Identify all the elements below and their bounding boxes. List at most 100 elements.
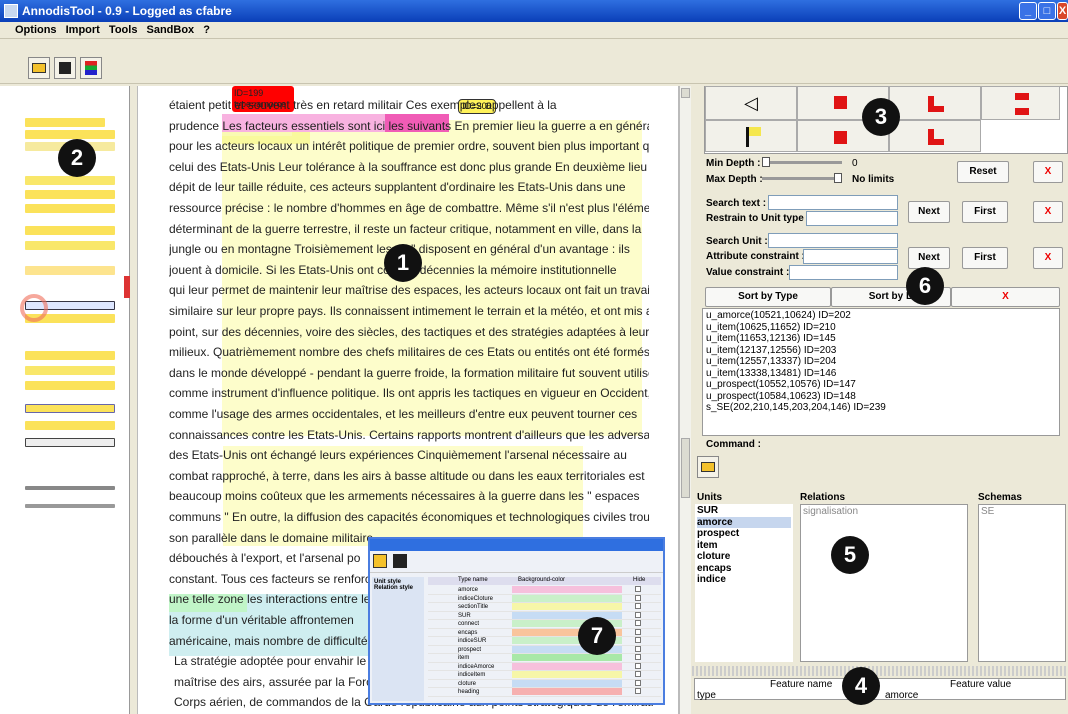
unit-list-item[interactable]: u_item(10625,11652) ID=210 <box>706 322 1056 334</box>
style-row-hide-checkbox[interactable] <box>635 594 641 601</box>
value-constraint-input[interactable] <box>789 265 898 280</box>
search-text-input[interactable] <box>768 195 898 210</box>
unit-list-item[interactable]: u_amorce(10521,10624) ID=202 <box>706 310 1056 322</box>
open-panel-button[interactable] <box>697 456 719 478</box>
unit-type-item[interactable]: cloture <box>697 551 791 563</box>
style-row[interactable]: indiceSUR <box>428 637 661 646</box>
document-line[interactable]: étaient petit et souvent très en retard … <box>169 95 649 116</box>
floppy-icon[interactable] <box>393 554 407 568</box>
document-line[interactable]: beaucoup moins coûteux que les armements… <box>169 486 649 507</box>
min-depth-slider[interactable] <box>762 157 842 167</box>
first-unit-button[interactable]: First <box>962 247 1008 269</box>
add-schema-button[interactable] <box>981 86 1060 120</box>
style-row-color[interactable] <box>512 586 622 593</box>
units-list[interactable]: SUR amorce prospect item cloture encaps indice <box>695 504 793 662</box>
color-settings-button[interactable] <box>80 57 102 79</box>
unit-list-item[interactable]: u_item(11653,12136) ID=145 <box>706 333 1056 345</box>
document-line[interactable]: comme l'usage des armes occidentales, et… <box>169 404 649 425</box>
next-text-button[interactable]: Next <box>908 201 950 223</box>
menu-sandbox[interactable]: SandBox <box>147 24 195 36</box>
document-line[interactable]: pour les acteurs locaux un intérêt polit… <box>169 136 649 157</box>
relations-list[interactable]: signalisation <box>800 504 968 662</box>
restrain-unit-input[interactable] <box>806 211 898 226</box>
attribute-constraint-input[interactable] <box>803 249 898 264</box>
menu-help[interactable]: ? <box>203 24 210 36</box>
add-relation-button[interactable] <box>889 86 981 120</box>
unit-list-item[interactable]: u_item(12557,13337) ID=204 <box>706 356 1056 368</box>
menu-tools[interactable]: Tools <box>109 24 138 36</box>
open-folder-button[interactable] <box>28 57 50 79</box>
style-row-hide-checkbox[interactable] <box>635 645 641 652</box>
unit-list-item[interactable]: u_item(13338,13481) ID=146 <box>706 368 1056 380</box>
sort-by-type-button[interactable]: Sort by Type <box>705 287 831 307</box>
style-row-hide-checkbox[interactable] <box>635 662 641 669</box>
document-line[interactable]: déterminant de la guerre terrestre, il r… <box>169 219 649 240</box>
document-line[interactable]: dépit de leur taille réduite, ces acteur… <box>169 177 649 198</box>
document-line[interactable]: ressource précise : le nombre d'hommes e… <box>169 198 649 219</box>
schemas-list[interactable]: SE <box>978 504 1066 662</box>
edit-relation-button[interactable] <box>889 120 981 152</box>
style-row-color[interactable] <box>512 654 622 661</box>
unit-type-item[interactable]: encaps <box>697 563 791 575</box>
clear-unit-button[interactable]: X <box>1033 247 1063 269</box>
style-row[interactable]: indiceAmorce <box>428 662 661 671</box>
feature-value-cell[interactable]: amorce <box>885 690 918 701</box>
scroll-thumb[interactable] <box>681 438 690 498</box>
relation-type-item[interactable]: signalisation <box>803 506 965 518</box>
document-line[interactable]: combat rapproché, à terre, dans les airs… <box>169 466 649 487</box>
unit-list-item[interactable]: s_SE(202,210,145,203,204,146) ID=239 <box>706 402 1056 414</box>
unit-type-item[interactable]: indice <box>697 574 791 586</box>
style-row[interactable]: SUR <box>428 611 661 620</box>
unit-type-item[interactable]: prospect <box>697 528 791 540</box>
style-row[interactable]: sectionTitle <box>428 603 661 612</box>
splitter[interactable] <box>692 666 1068 676</box>
style-row-hide-checkbox[interactable] <box>635 603 641 609</box>
document-line[interactable]: prudence Les facteurs essentiels sont ic… <box>169 116 649 137</box>
clear-sort-button[interactable]: X <box>951 287 1060 307</box>
clear-depth-button[interactable]: X <box>1033 161 1063 183</box>
unit-list-item[interactable]: u_item(12137,12556) ID=203 <box>706 345 1056 357</box>
style-row-color[interactable] <box>512 671 622 678</box>
style-row-hide-checkbox[interactable] <box>635 688 641 694</box>
style-row[interactable]: cloture <box>428 679 661 688</box>
back-tool-button[interactable]: ◁ <box>705 86 797 120</box>
style-row-hide-checkbox[interactable] <box>635 637 641 643</box>
document-line[interactable]: milieux. Quatrièmement nombre des chefs … <box>169 342 649 363</box>
style-row[interactable]: prospect <box>428 645 661 654</box>
style-row[interactable]: connect <box>428 620 661 629</box>
style-row-hide-checkbox[interactable] <box>635 679 641 686</box>
style-row-color[interactable] <box>512 611 622 619</box>
unit-type-item[interactable]: SUR <box>697 505 791 517</box>
menu-import[interactable]: Import <box>66 24 100 36</box>
document-line[interactable]: connaissances contre les Etats-Unis. Cer… <box>169 425 649 446</box>
scroll-up-arrow[interactable] <box>681 88 690 98</box>
style-row-color[interactable] <box>512 662 622 670</box>
style-row-hide-checkbox[interactable] <box>635 671 641 677</box>
style-row[interactable]: indiceItem <box>428 671 661 680</box>
folder-icon[interactable] <box>373 554 387 568</box>
document-line[interactable]: communs " En outre, la diffusion des cap… <box>169 507 649 528</box>
style-row[interactable]: encaps <box>428 628 661 637</box>
document-line[interactable]: point, sur des décennies, voire des sièc… <box>169 322 649 343</box>
menu-options[interactable]: Options <box>15 24 57 36</box>
document-line[interactable]: comme instrument d'influence politique. … <box>169 383 649 404</box>
save-button[interactable] <box>54 57 76 79</box>
document-line[interactable]: des Etats-Unis ont échangé leurs expérie… <box>169 445 649 466</box>
style-row-hide-checkbox[interactable] <box>635 620 641 626</box>
document-scrollbar[interactable] <box>679 86 691 714</box>
reset-button[interactable]: Reset <box>957 161 1009 183</box>
unit-list[interactable]: u_amorce(10521,10624) ID=202 u_item(10625… <box>702 308 1060 436</box>
scroll-marker[interactable] <box>124 276 130 298</box>
clear-search-button[interactable]: X <box>1033 201 1063 223</box>
relation-style-tab[interactable]: Relation style <box>374 585 422 591</box>
first-text-button[interactable]: First <box>962 201 1008 223</box>
unit-list-item[interactable]: u_prospect(10584,10623) ID=148 <box>706 391 1056 403</box>
style-row[interactable]: heading <box>428 688 661 697</box>
style-settings-window[interactable]: Unit style Relation style Type name Backgr… <box>368 537 665 705</box>
style-row-color[interactable] <box>512 688 622 695</box>
unit-list-item[interactable]: u_prospect(10552,10576) ID=147 <box>706 379 1056 391</box>
document-overview-panel[interactable] <box>0 86 130 714</box>
document-line[interactable]: similaire sur leur propre pays. Ils conn… <box>169 301 649 322</box>
style-row-color[interactable] <box>512 603 622 610</box>
style-row[interactable]: item <box>428 654 661 663</box>
